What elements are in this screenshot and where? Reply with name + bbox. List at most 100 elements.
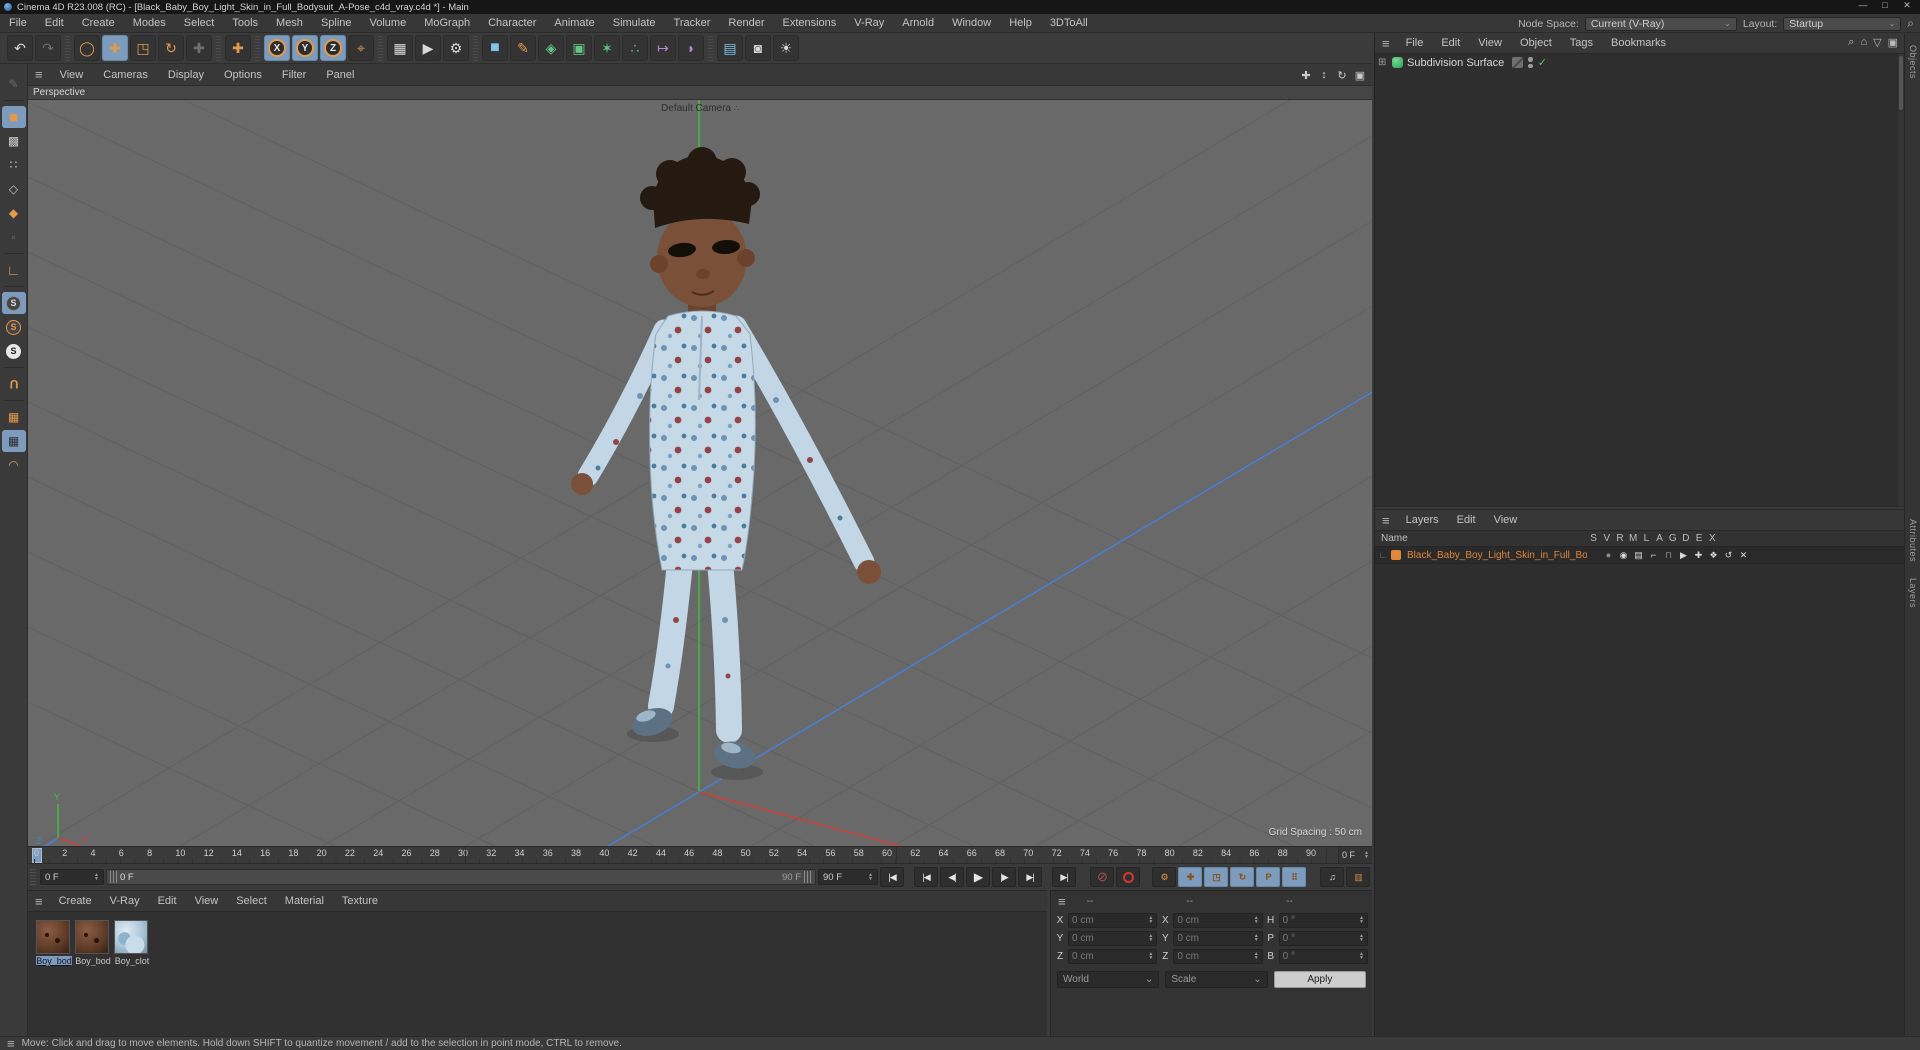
- menu-item[interactable]: Render: [719, 17, 773, 29]
- deformers-icon[interactable]: ❖: [1706, 550, 1721, 561]
- size-x-field[interactable]: 0 cm ▲ ▼: [1173, 912, 1263, 928]
- maximize-button[interactable]: □: [1874, 0, 1896, 11]
- pan-view-icon[interactable]: ✚: [1298, 69, 1314, 82]
- previous-frame-button[interactable]: ◀|: [940, 867, 964, 887]
- previous-tool[interactable]: ✚: [186, 35, 212, 61]
- generator-button[interactable]: ▣: [566, 35, 592, 61]
- menu-item[interactable]: Tracker: [665, 17, 720, 29]
- range-start-handle[interactable]: [110, 871, 117, 883]
- workplane-transform-button[interactable]: ◠: [2, 454, 26, 476]
- model-mode-button[interactable]: ■: [1, 106, 26, 128]
- floor-button[interactable]: ▤: [717, 35, 743, 61]
- material-menu-item[interactable]: Create: [50, 895, 101, 907]
- material-menu-item[interactable]: V-Ray: [101, 895, 149, 907]
- object-manager-menu-item[interactable]: File: [1397, 37, 1433, 49]
- toggle-view-icon[interactable]: ▣: [1352, 69, 1368, 82]
- workplane-button[interactable]: ▦: [2, 406, 26, 428]
- add-primitive-button[interactable]: ■: [482, 35, 508, 61]
- visibility-dots[interactable]: [1528, 57, 1533, 68]
- last-used-tool[interactable]: ✚: [225, 35, 251, 61]
- key-pla-toggle[interactable]: ⠿: [1282, 867, 1306, 887]
- tab-layers[interactable]: Layers: [1908, 572, 1918, 614]
- mograph-button[interactable]: ✶: [594, 35, 620, 61]
- menu-item[interactable]: MoGraph: [415, 17, 479, 29]
- autokey-button[interactable]: [1116, 867, 1140, 887]
- tab-attributes[interactable]: Attributes: [1908, 513, 1918, 568]
- keyframe-bar-button[interactable]: ▥: [1346, 867, 1370, 887]
- render-settings-button[interactable]: ⚙: [443, 35, 469, 61]
- hamburger-icon[interactable]: ≡: [28, 894, 50, 909]
- key-rotation-toggle[interactable]: ↻: [1230, 867, 1254, 887]
- close-button[interactable]: ✕: [1896, 0, 1918, 11]
- xref-icon[interactable]: ✕: [1736, 550, 1751, 561]
- animation-icon[interactable]: ▶: [1676, 550, 1691, 561]
- viewport-menu-item[interactable]: Cameras: [93, 69, 158, 81]
- generators-icon[interactable]: ✚: [1691, 550, 1706, 561]
- position-x-field[interactable]: 0 cm ▲ ▼: [1068, 912, 1158, 928]
- live-selection-tool[interactable]: ◯: [74, 35, 100, 61]
- minimize-button[interactable]: —: [1852, 0, 1874, 11]
- object-label[interactable]: Subdivision Surface: [1407, 57, 1504, 69]
- filter-icon[interactable]: ▽: [1873, 36, 1881, 49]
- camera-button[interactable]: ◙: [745, 35, 771, 61]
- next-key-button[interactable]: ▶|: [1018, 867, 1042, 887]
- timeline-ruler[interactable]: 0 2 4 6 8 10 12 14 16 18 20 22 24 26 28 30 32 34 36 38 40 42 4…: [28, 846, 1372, 864]
- scale-tool[interactable]: ◳: [130, 35, 156, 61]
- tab-objects[interactable]: Objects: [1908, 39, 1918, 85]
- viewport-menu-item[interactable]: Options: [214, 69, 272, 81]
- object-manager-menu-item[interactable]: Bookmarks: [1602, 37, 1675, 49]
- key-scale-toggle[interactable]: ◳: [1204, 867, 1228, 887]
- object-manager-menu-item[interactable]: Tags: [1561, 37, 1602, 49]
- key-position-toggle[interactable]: ✚: [1178, 867, 1202, 887]
- enabled-check-icon[interactable]: ✓: [1538, 56, 1547, 69]
- rotation-h-field[interactable]: 0 ° ▲ ▼: [1278, 912, 1368, 928]
- layer-row[interactable]: ∟ Black_Baby_Boy_Light_Skin_in_Full_Body…: [1375, 547, 1904, 564]
- sound-toggle[interactable]: ♫: [1320, 867, 1344, 887]
- lock-workplane-button[interactable]: ▦: [1, 430, 26, 452]
- material-menu-item[interactable]: View: [186, 895, 228, 907]
- menu-item[interactable]: Modes: [124, 17, 175, 29]
- move-tool[interactable]: ✚: [102, 35, 128, 61]
- material-boy-body-selected[interactable]: Boy_bod: [36, 920, 72, 966]
- menu-item[interactable]: V-Ray: [845, 17, 893, 29]
- lock-z-axis-button[interactable]: Z: [320, 35, 346, 61]
- goto-start-button[interactable]: |◀: [880, 867, 904, 887]
- layers-menu-item[interactable]: Edit: [1448, 514, 1485, 526]
- viewport-canvas[interactable]: Y X Z Default Camera ∴ Grid Spacing : 50…: [28, 100, 1372, 846]
- texture-mode-button[interactable]: ▩: [2, 130, 26, 152]
- polygons-mode-button[interactable]: ◆: [2, 202, 26, 224]
- render-view-button[interactable]: ▦: [387, 35, 413, 61]
- home-icon[interactable]: ⌂: [1860, 36, 1867, 49]
- position-z-field[interactable]: 0 cm ▲ ▼: [1068, 948, 1158, 964]
- lock-icon[interactable]: ⊓: [1661, 550, 1676, 561]
- viewport-menu-item[interactable]: Panel: [316, 69, 364, 81]
- size-z-field[interactable]: 0 cm ▲ ▼: [1173, 948, 1263, 964]
- node-space-select[interactable]: Current (V-Ray) ⌄: [1584, 16, 1737, 31]
- menu-item[interactable]: Volume: [361, 17, 416, 29]
- points-mode-button[interactable]: ∷: [2, 154, 26, 176]
- light-button[interactable]: ☀: [773, 35, 799, 61]
- menu-item[interactable]: Create: [73, 17, 124, 29]
- material-boy-body[interactable]: Boy_bod: [75, 920, 111, 966]
- layer-color-swatch[interactable]: [1391, 550, 1401, 560]
- rotation-p-field[interactable]: 0 ° ▲ ▼: [1278, 930, 1368, 946]
- menu-item[interactable]: File: [0, 17, 36, 29]
- menu-item[interactable]: Select: [175, 17, 224, 29]
- position-y-field[interactable]: 0 cm ▲ ▼: [1068, 930, 1158, 946]
- deformer-button[interactable]: ↦: [650, 35, 676, 61]
- end-frame-spinner[interactable]: 90 F ▲ ▼: [818, 869, 878, 885]
- object-manager-menu-item[interactable]: Edit: [1432, 37, 1469, 49]
- menu-item[interactable]: Extensions: [773, 17, 845, 29]
- apply-button[interactable]: Apply: [1273, 971, 1366, 988]
- menu-item[interactable]: 3DToAll: [1041, 17, 1097, 29]
- expand-icon[interactable]: ⊞: [1378, 57, 1390, 68]
- spline-pen-button[interactable]: ✎: [510, 35, 536, 61]
- menu-item[interactable]: Arnold: [893, 17, 943, 29]
- next-frame-button[interactable]: |▶: [992, 867, 1016, 887]
- viewport-solo-off-button[interactable]: S: [1, 292, 26, 314]
- material-menu-item[interactable]: Texture: [333, 895, 387, 907]
- object-manager-menu-item[interactable]: View: [1469, 37, 1511, 49]
- lock-y-axis-button[interactable]: Y: [292, 35, 318, 61]
- field-button[interactable]: ◗: [678, 35, 704, 61]
- keyframe-selection-button[interactable]: ⚙: [1152, 867, 1176, 887]
